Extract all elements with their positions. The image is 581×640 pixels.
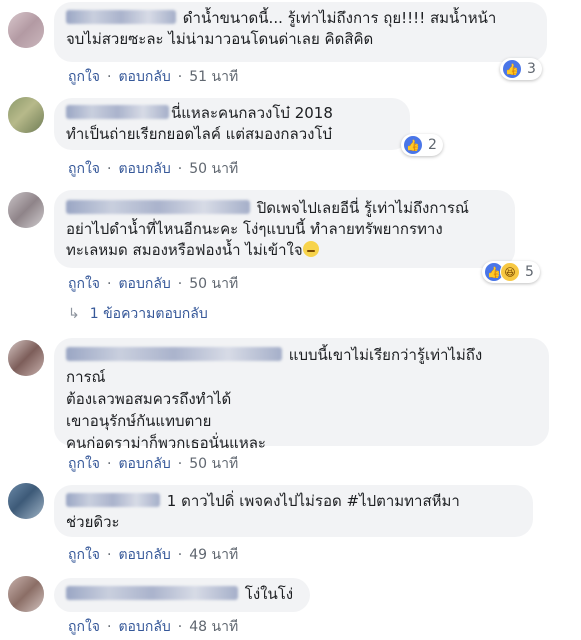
- avatar[interactable]: [8, 97, 44, 133]
- reply-button[interactable]: ตอบกลับ: [118, 69, 170, 85]
- comment-text: ปิดเพจไปเลยอีนี่ รู้เท่าไม่ถึงการณ์: [256, 199, 469, 217]
- like-button[interactable]: ถูกใจ: [68, 69, 100, 85]
- comment-text: ทะเลหมด สมองหรือฟองน้ำ ไม่เข้าใจ: [66, 241, 303, 259]
- separator: ·: [107, 161, 112, 177]
- commenter-name[interactable]: [66, 10, 176, 24]
- reaction-summary[interactable]: 👍 2: [401, 134, 443, 156]
- confused-face-icon: [302, 241, 319, 257]
- like-icon: 👍: [502, 59, 522, 79]
- reaction-count: 2: [428, 137, 437, 153]
- comment-text: ต้องเลวพอสมควรถึงทำได้: [66, 390, 232, 408]
- reply-arrow-icon: ↳: [68, 306, 80, 322]
- comment-text: ทำเป็นถ่ายเรียกยอดไลค์ แต่สมองกลวงโบ๋: [66, 125, 333, 143]
- reaction-count: 3: [527, 61, 536, 77]
- comment-bubble: 1 ดาวไปดิ่ เพจคงไปไม่รอด #ไปตามทาสหีมา ช…: [54, 485, 533, 537]
- commenter-name[interactable]: [66, 586, 238, 600]
- comment-text: โง่ในโง่: [244, 585, 294, 603]
- separator: ·: [177, 161, 183, 177]
- comment-bubble: แบบนี้เขาไม่เรียกว่ารู้เท่าไม่ถึง การณ์ …: [54, 338, 549, 452]
- timestamp[interactable]: 50 นาที: [189, 161, 238, 177]
- comment-bubble: นี่แหละคนกลวงโบ๋ 2018 ทำเป็นถ่ายเรียกยอด…: [54, 98, 410, 150]
- separator: ·: [177, 547, 183, 563]
- separator: ·: [177, 619, 183, 635]
- timestamp[interactable]: 48 นาที: [189, 619, 238, 635]
- haha-icon: 😆: [500, 262, 520, 282]
- like-button[interactable]: ถูกใจ: [68, 619, 100, 635]
- comment-text: อย่าไปดำน้ำที่ไหนอีกนะคะ โง่ๆแบบนี้ ทำลา…: [66, 220, 443, 238]
- like-button[interactable]: ถูกใจ: [68, 161, 100, 177]
- comment-text: การณ์: [66, 368, 106, 386]
- comment-text: ดำน้ำขนาดนี้... รู้เท่าไม่ถึงการ ถุย!!!!…: [182, 9, 497, 27]
- reaction-summary[interactable]: 👍 3: [500, 58, 542, 80]
- commenter-name[interactable]: [66, 493, 160, 507]
- separator: ·: [177, 276, 183, 292]
- separator: ·: [107, 69, 112, 85]
- comment-text: เขาอนุรักษ์กันแทบตาย: [66, 412, 212, 430]
- avatar[interactable]: [8, 12, 44, 48]
- reply-button[interactable]: ตอบกลับ: [118, 276, 170, 292]
- avatar[interactable]: [8, 576, 44, 612]
- comment-bubble: ปิดเพจไปเลยอีนี่ รู้เท่าไม่ถึงการณ์ อย่า…: [54, 190, 515, 268]
- like-button[interactable]: ถูกใจ: [68, 547, 100, 563]
- separator: ·: [177, 456, 183, 472]
- commenter-name[interactable]: [66, 200, 250, 214]
- view-replies-link[interactable]: ↳ 1 ข้อความตอบกลับ: [68, 303, 208, 325]
- timestamp[interactable]: 50 นาที: [189, 276, 238, 292]
- reply-button[interactable]: ตอบกลับ: [118, 456, 170, 472]
- comment-text: แบบนี้เขาไม่เรียกว่ารู้เท่าไม่ถึง: [288, 346, 483, 364]
- like-button[interactable]: ถูกใจ: [68, 276, 100, 292]
- commenter-name[interactable]: [66, 105, 169, 119]
- timestamp[interactable]: 50 นาที: [189, 456, 238, 472]
- comment-text: 1 ดาวไปดิ่ เพจคงไปไม่รอด #ไปตามทาสหีมา: [166, 492, 460, 510]
- comment-bubble: ดำน้ำขนาดนี้... รู้เท่าไม่ถึงการ ถุย!!!!…: [54, 2, 547, 62]
- separator: ·: [107, 276, 112, 292]
- comment-text: คนก่อดราม่าก็พวกเธอนั่นแหละ: [66, 434, 266, 452]
- timestamp[interactable]: 49 นาที: [189, 547, 238, 563]
- comment-text: ช่วยดิวะ: [66, 513, 120, 531]
- reply-button[interactable]: ตอบกลับ: [118, 547, 170, 563]
- replies-count: 1 ข้อความตอบกลับ: [89, 306, 208, 322]
- comment-text: นี่แหละคนกลวงโบ๋ 2018: [171, 104, 333, 122]
- reply-button[interactable]: ตอบกลับ: [118, 619, 170, 635]
- timestamp[interactable]: 51 นาที: [189, 69, 238, 85]
- avatar[interactable]: [8, 192, 44, 228]
- comment-bubble: โง่ในโง่: [54, 578, 310, 612]
- like-button[interactable]: ถูกใจ: [68, 456, 100, 472]
- avatar[interactable]: [8, 483, 44, 519]
- reply-button[interactable]: ตอบกลับ: [118, 161, 170, 177]
- commenter-name[interactable]: [66, 347, 282, 361]
- comment-text: จบไม่สวยซะละ ไม่น่ามาวอนโดนด่าเลย คิดสิค…: [66, 30, 374, 48]
- separator: ·: [177, 69, 183, 85]
- separator: ·: [107, 456, 112, 472]
- reaction-count: 5: [525, 264, 534, 280]
- separator: ·: [107, 619, 112, 635]
- like-icon: 👍: [403, 135, 423, 155]
- reaction-summary[interactable]: 👍 😆 5: [482, 261, 540, 283]
- avatar[interactable]: [8, 340, 44, 376]
- separator: ·: [107, 547, 112, 563]
